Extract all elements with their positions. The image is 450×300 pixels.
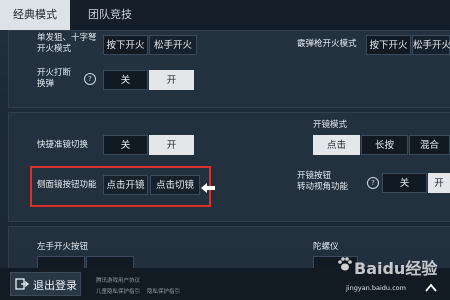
quick-scope-off-button[interactable]: 关	[103, 135, 148, 155]
tab-classic-mode[interactable]: 经典模式	[0, 0, 70, 30]
quick-scope-on-button[interactable]: 开	[149, 135, 194, 155]
shotgun-press-button[interactable]: 按下开火	[366, 35, 411, 55]
watermark-url: jingyan.baidu.com	[346, 284, 406, 292]
single-fire-release-button[interactable]: 松手开火	[149, 35, 197, 55]
logout-label: 退出登录	[33, 279, 77, 292]
fire-interrupt-reload-label: 开火打断 换弹	[37, 68, 72, 89]
scope-rotate-label: 开镜按钮 转动视角功能	[297, 171, 349, 192]
interrupt-off-button[interactable]: 关	[103, 70, 148, 90]
gyro-label: 陀螺仪	[313, 242, 339, 252]
logout-icon	[15, 278, 29, 290]
single-fire-label: 单发狙、十字弩 开火模式	[37, 33, 97, 54]
mode-tab-bar: 经典模式 团队竞技	[0, 0, 450, 30]
quick-scope-label: 快捷准镜切换	[37, 140, 89, 150]
scope-mode-hold-button[interactable]: 长按	[361, 135, 408, 155]
left-fire-button-label: 左手开火按钮	[37, 242, 89, 252]
user-agreement-link[interactable]: 腾讯游戏用户协议	[96, 276, 140, 284]
single-fire-press-button[interactable]: 按下开火	[103, 35, 148, 55]
help-icon[interactable]: ?	[367, 177, 379, 189]
scope-mode-label: 开镜模式	[313, 120, 348, 130]
scope-mode-mixed-button[interactable]: 混合	[409, 135, 450, 155]
privacy-link[interactable]: 隐私保护指引	[147, 287, 180, 295]
child-privacy-link[interactable]: 儿童隐私保护指引	[96, 287, 140, 295]
shotgun-fire-label: 霰弹枪开火模式	[297, 39, 357, 49]
tab-team-deathmatch[interactable]: 团队竞技	[80, 0, 140, 30]
arrow-icon	[201, 183, 215, 193]
highlight-box	[30, 166, 211, 207]
help-icon[interactable]: ?	[84, 73, 96, 85]
watermark-logo: Baidu经验	[354, 259, 438, 278]
scope-rotate-on-button[interactable]: 开	[428, 173, 450, 193]
scope-rotate-off-button[interactable]: 关	[382, 173, 427, 193]
interrupt-on-button[interactable]: 开	[149, 70, 194, 90]
baidu-paw-icon	[338, 257, 352, 271]
scope-mode-click-button[interactable]: 点击	[313, 135, 360, 155]
chevron-up-icon	[425, 283, 437, 292]
shotgun-release-button[interactable]: 松手开火	[412, 35, 450, 55]
